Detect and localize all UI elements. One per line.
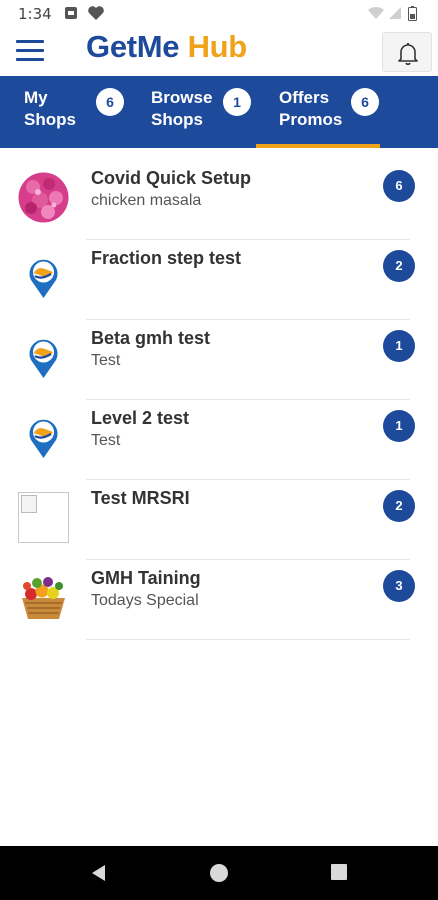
shop-subtitle: Test: [91, 432, 121, 449]
list-item[interactable]: Test MRSRI 2: [0, 480, 438, 560]
count-badge: 6: [383, 170, 415, 202]
tab-label: Offers Promos: [279, 88, 343, 129]
brand-text-accent: Hub: [187, 29, 248, 64]
bell-icon: [398, 43, 418, 66]
map-pin-icon: [18, 412, 69, 463]
shop-subtitle: Test: [91, 352, 121, 369]
notifications-button[interactable]: [382, 32, 432, 72]
sim-card-icon: [64, 6, 78, 25]
hamburger-menu-icon[interactable]: [16, 40, 46, 64]
brand-logo: GetMe Hub: [86, 29, 247, 65]
count-badge: 2: [383, 250, 415, 282]
tab-count-badge: 1: [223, 88, 251, 116]
shop-subtitle: Todays Special: [91, 592, 199, 609]
shop-title: Fraction step test: [91, 248, 242, 268]
count-badge: 2: [383, 490, 415, 522]
recents-square-icon[interactable]: [330, 863, 348, 886]
wifi-icon: [368, 6, 384, 25]
list-item[interactable]: Level 2 test Test 1: [0, 400, 438, 480]
brand-text-primary: GetMe: [86, 29, 180, 64]
home-circle-icon[interactable]: [208, 863, 230, 890]
shop-title: Covid Quick Setup: [91, 168, 252, 188]
shop-title: Test MRSRI: [91, 488, 190, 508]
count-badge: 1: [383, 410, 415, 442]
status-bar: 1:34: [0, 0, 438, 28]
app-bar: GetMe Hub: [0, 28, 438, 76]
shop-subtitle: chicken masala: [91, 192, 202, 209]
food-photo: [18, 172, 69, 223]
status-time: 1:34: [18, 5, 52, 23]
tab-label: Browse Shops: [151, 88, 213, 129]
tab-browse-shops[interactable]: Browse Shops 1: [130, 76, 256, 148]
battery-icon: [408, 6, 417, 26]
map-pin-icon: [18, 252, 69, 303]
system-nav-bar: [0, 846, 438, 900]
shop-title: Level 2 test: [91, 408, 190, 428]
signal-icon: [388, 6, 402, 25]
tab-offers-promos[interactable]: Offers Promos 6: [256, 76, 380, 148]
list-item[interactable]: Fraction step test 2: [0, 240, 438, 320]
back-triangle-icon[interactable]: [89, 863, 109, 888]
heart-icon: [87, 6, 105, 26]
divider: [86, 639, 410, 640]
broken-image-icon: [18, 492, 69, 543]
count-badge: 3: [383, 570, 415, 602]
tab-my-shops[interactable]: My Shops 6: [0, 76, 130, 148]
active-tab-indicator: [256, 144, 380, 148]
tab-label: My Shops: [24, 88, 76, 129]
tab-count-badge: 6: [351, 88, 379, 116]
fruit-basket-photo: [18, 572, 69, 623]
list-item[interactable]: Covid Quick Setup chicken masala 6: [0, 160, 438, 240]
list-item[interactable]: Beta gmh test Test 1: [0, 320, 438, 400]
tab-count-badge: 6: [96, 88, 124, 116]
list-item[interactable]: GMH Taining Todays Special 3: [0, 560, 438, 640]
tab-bar: My Shops 6 Browse Shops 1 Offers Promos …: [0, 76, 438, 148]
count-badge: 1: [383, 330, 415, 362]
map-pin-icon: [18, 332, 69, 383]
shop-title: GMH Taining: [91, 568, 201, 588]
shop-title: Beta gmh test: [91, 328, 211, 348]
